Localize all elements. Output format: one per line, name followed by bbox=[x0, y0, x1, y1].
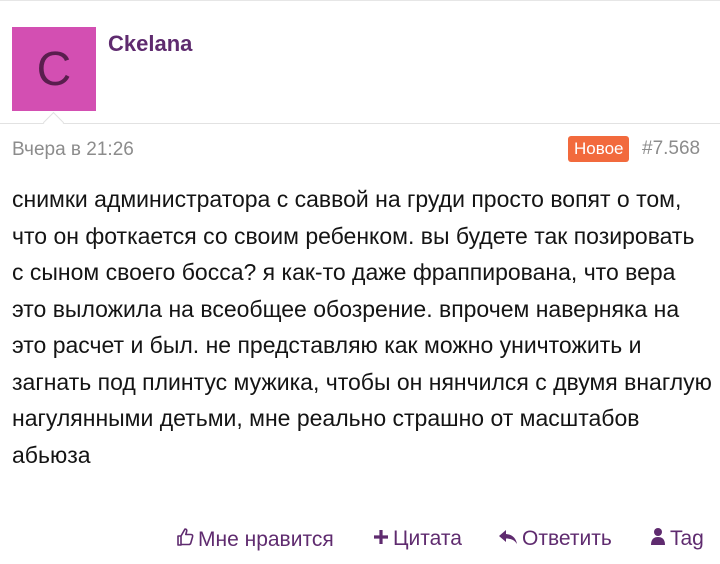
thumbs-up-icon bbox=[176, 527, 194, 553]
caret-pointer bbox=[42, 111, 65, 134]
username-link[interactable]: Ckelana bbox=[108, 31, 192, 57]
like-button[interactable]: Мне нравится bbox=[176, 527, 334, 553]
avatar[interactable]: C bbox=[12, 27, 96, 111]
post-date[interactable]: Вчера в 21:26 bbox=[12, 139, 134, 161]
quote-button[interactable]: Цитата bbox=[373, 527, 462, 551]
reply-arrow-icon bbox=[498, 527, 518, 551]
plus-icon bbox=[373, 527, 389, 551]
like-label: Мне нравится bbox=[198, 528, 334, 551]
action-bar: Мне нравится Цитата Ответить Tag bbox=[0, 527, 720, 557]
message-body: снимки администратора с саввой на груди … bbox=[12, 186, 712, 468]
tag-button[interactable]: Tag bbox=[650, 527, 704, 551]
post-number-link[interactable]: #7.568 bbox=[642, 138, 700, 160]
avatar-letter: C bbox=[36, 42, 72, 96]
reply-label: Ответить bbox=[522, 527, 612, 550]
reply-button[interactable]: Ответить bbox=[498, 527, 612, 551]
quote-label: Цитата bbox=[393, 527, 462, 550]
new-badge: Новое bbox=[568, 136, 630, 162]
user-icon bbox=[650, 527, 666, 551]
divider bbox=[0, 123, 720, 124]
tag-label: Tag bbox=[670, 527, 704, 550]
message-frame: C Ckelana Вчера в 21:26 Новое #7.568 сни… bbox=[0, 0, 720, 564]
